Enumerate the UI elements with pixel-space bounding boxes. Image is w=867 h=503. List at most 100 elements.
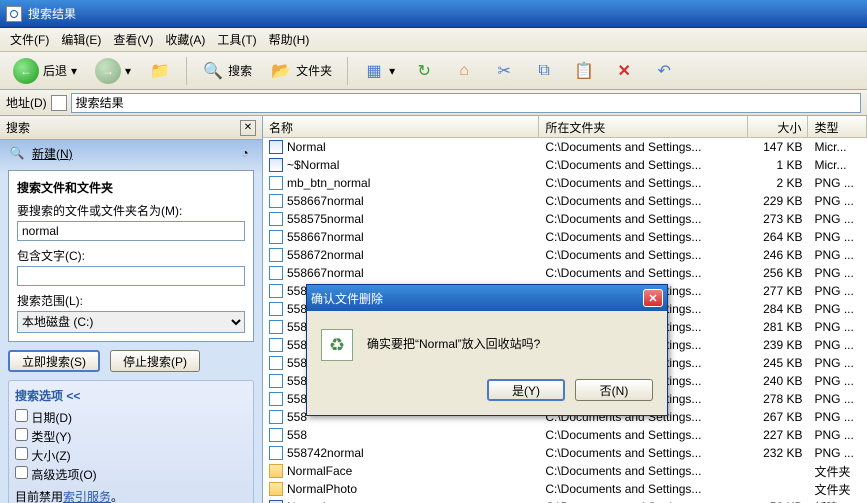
- contains-input[interactable]: [17, 266, 245, 286]
- file-row[interactable]: NormalFaceC:\Documents and Settings...文件…: [263, 462, 867, 480]
- no-button[interactable]: 否(N): [575, 379, 653, 401]
- new-search-icon[interactable]: 🔍: [8, 144, 26, 162]
- file-folder: C:\Documents and Settings...: [539, 158, 748, 172]
- file-row[interactable]: mb_btn_normalC:\Documents and Settings..…: [263, 174, 867, 192]
- search-button[interactable]: 🔍搜索: [195, 56, 259, 86]
- menu-edit[interactable]: 编辑(E): [55, 29, 107, 50]
- file-row[interactable]: 558667normal C:\Documents and Settings...…: [263, 192, 867, 210]
- address-label: 地址(D): [6, 94, 47, 111]
- file-folder: C:\Documents and Settings...: [539, 194, 748, 208]
- menu-help[interactable]: 帮助(H): [263, 29, 316, 50]
- dialog-close-button[interactable]: ✕: [643, 289, 663, 307]
- col-name[interactable]: 名称: [263, 116, 539, 137]
- file-name: NormalPhoto: [287, 482, 357, 496]
- file-name: 558667normal: [287, 230, 364, 244]
- file-name: 558: [287, 302, 307, 316]
- index-service-link[interactable]: 索引服务: [63, 490, 111, 503]
- file-type: PNG ...: [809, 374, 867, 388]
- address-input[interactable]: [71, 93, 861, 113]
- file-icon: [269, 230, 283, 244]
- forward-button[interactable]: →▾: [88, 54, 138, 88]
- col-folder[interactable]: 所在文件夹: [539, 116, 748, 137]
- views-button[interactable]: ▦▾: [356, 56, 402, 86]
- file-name: 558: [287, 356, 307, 370]
- file-name: 558667normal: [287, 266, 364, 280]
- help-icon[interactable]: ◔: [236, 144, 254, 162]
- undo-button[interactable]: ↶: [646, 56, 682, 86]
- sync-button[interactable]: ↻: [406, 56, 442, 86]
- option-type[interactable]: 类型(Y): [15, 427, 247, 446]
- file-size: 245 KB: [748, 356, 808, 370]
- menu-tools[interactable]: 工具(T): [211, 29, 262, 50]
- dialog-titlebar[interactable]: 确认文件删除 ✕: [307, 285, 667, 311]
- cut-button[interactable]: ✂: [486, 56, 522, 86]
- dialog-title: 确认文件删除: [311, 290, 383, 307]
- file-name: ~$Normal: [287, 158, 339, 172]
- menu-view[interactable]: 查看(V): [107, 29, 159, 50]
- search-sidebar: 搜索 ✕ 🔍 新建(N) ◔ 搜索文件和文件夹 要搜索的文件或文件夹名为(M):…: [0, 116, 263, 503]
- back-button[interactable]: ← 后退 ▾: [6, 54, 84, 88]
- file-size: 256 KB: [748, 266, 808, 280]
- file-size: 277 KB: [748, 284, 808, 298]
- option-size[interactable]: 大小(Z): [15, 446, 247, 465]
- column-headers: 名称 所在文件夹 大小 类型: [263, 116, 867, 138]
- file-icon: [269, 338, 283, 352]
- date-checkbox[interactable]: [15, 409, 28, 422]
- file-size: 239 KB: [748, 338, 808, 352]
- file-type: PNG ...: [809, 176, 867, 190]
- file-row[interactable]: 558672normalC:\Documents and Settings...…: [263, 246, 867, 264]
- col-size[interactable]: 大小: [748, 116, 808, 137]
- file-row[interactable]: 558667normal C:\Documents and Settings...…: [263, 264, 867, 282]
- file-type: PNG ...: [809, 356, 867, 370]
- delete-button[interactable]: ✕: [606, 56, 642, 86]
- dropdown-icon: ▾: [125, 64, 131, 78]
- option-advanced[interactable]: 高级选项(O): [15, 465, 247, 484]
- forward-arrow-icon: →: [95, 58, 121, 84]
- file-name: 558667normal: [287, 194, 364, 208]
- search-options-header[interactable]: 搜索选项 <<: [15, 387, 247, 404]
- scope-select[interactable]: 本地磁盘 (C:): [17, 311, 245, 333]
- menu-favorites[interactable]: 收藏(A): [159, 29, 211, 50]
- search-now-button[interactable]: 立即搜索(S): [8, 350, 100, 372]
- filename-input[interactable]: [17, 221, 245, 241]
- home-icon: ⌂: [453, 60, 475, 82]
- file-row[interactable]: 558575normalC:\Documents and Settings...…: [263, 210, 867, 228]
- file-type: PNG ...: [809, 392, 867, 406]
- advanced-checkbox[interactable]: [15, 466, 28, 479]
- file-row[interactable]: ~$NormalC:\Documents and Settings...1 KB…: [263, 156, 867, 174]
- file-folder: C:\Documents and Settings...: [539, 266, 748, 280]
- menu-file[interactable]: 文件(F): [4, 29, 55, 50]
- file-folder: C:\Documents and Settings...: [539, 212, 748, 226]
- yes-button[interactable]: 是(Y): [487, 379, 565, 401]
- size-checkbox[interactable]: [15, 447, 28, 460]
- search-form-title: 搜索文件和文件夹: [17, 179, 245, 196]
- file-type: 板建...: [809, 499, 867, 503]
- file-row[interactable]: 558667normalC:\Documents and Settings...…: [263, 228, 867, 246]
- close-sidebar-button[interactable]: ✕: [240, 120, 256, 136]
- file-size: 284 KB: [748, 302, 808, 316]
- stop-search-button[interactable]: 停止搜索(P): [110, 350, 200, 372]
- back-arrow-icon: ←: [13, 58, 39, 84]
- home-button[interactable]: ⌂: [446, 56, 482, 86]
- option-date[interactable]: 日期(D): [15, 408, 247, 427]
- file-icon: [269, 392, 283, 406]
- paste-button[interactable]: 📋: [566, 56, 602, 86]
- file-row[interactable]: 558C:\Documents and Settings...227 KBPNG…: [263, 426, 867, 444]
- file-row[interactable]: NormalC:\Documents and Settings...147 KB…: [263, 138, 867, 156]
- copy-button[interactable]: ⧉: [526, 56, 562, 86]
- col-type[interactable]: 类型: [808, 116, 867, 137]
- file-row[interactable]: NormalC:\Documents and Settings...53 KB板…: [263, 498, 867, 503]
- file-icon: [269, 482, 283, 496]
- file-folder: C:\Documents and Settings...: [539, 446, 748, 460]
- file-row[interactable]: 558742normalC:\Documents and Settings...…: [263, 444, 867, 462]
- up-button[interactable]: 📁: [142, 56, 178, 86]
- new-search-link[interactable]: 新建(N): [32, 145, 73, 162]
- type-checkbox[interactable]: [15, 428, 28, 441]
- file-size: 227 KB: [748, 428, 808, 442]
- file-type: PNG ...: [809, 302, 867, 316]
- folders-button[interactable]: 📂文件夹: [263, 56, 339, 86]
- file-icon: [269, 464, 283, 478]
- file-icon: [269, 320, 283, 334]
- file-row[interactable]: NormalPhotoC:\Documents and Settings...文…: [263, 480, 867, 498]
- file-type: PNG ...: [809, 320, 867, 334]
